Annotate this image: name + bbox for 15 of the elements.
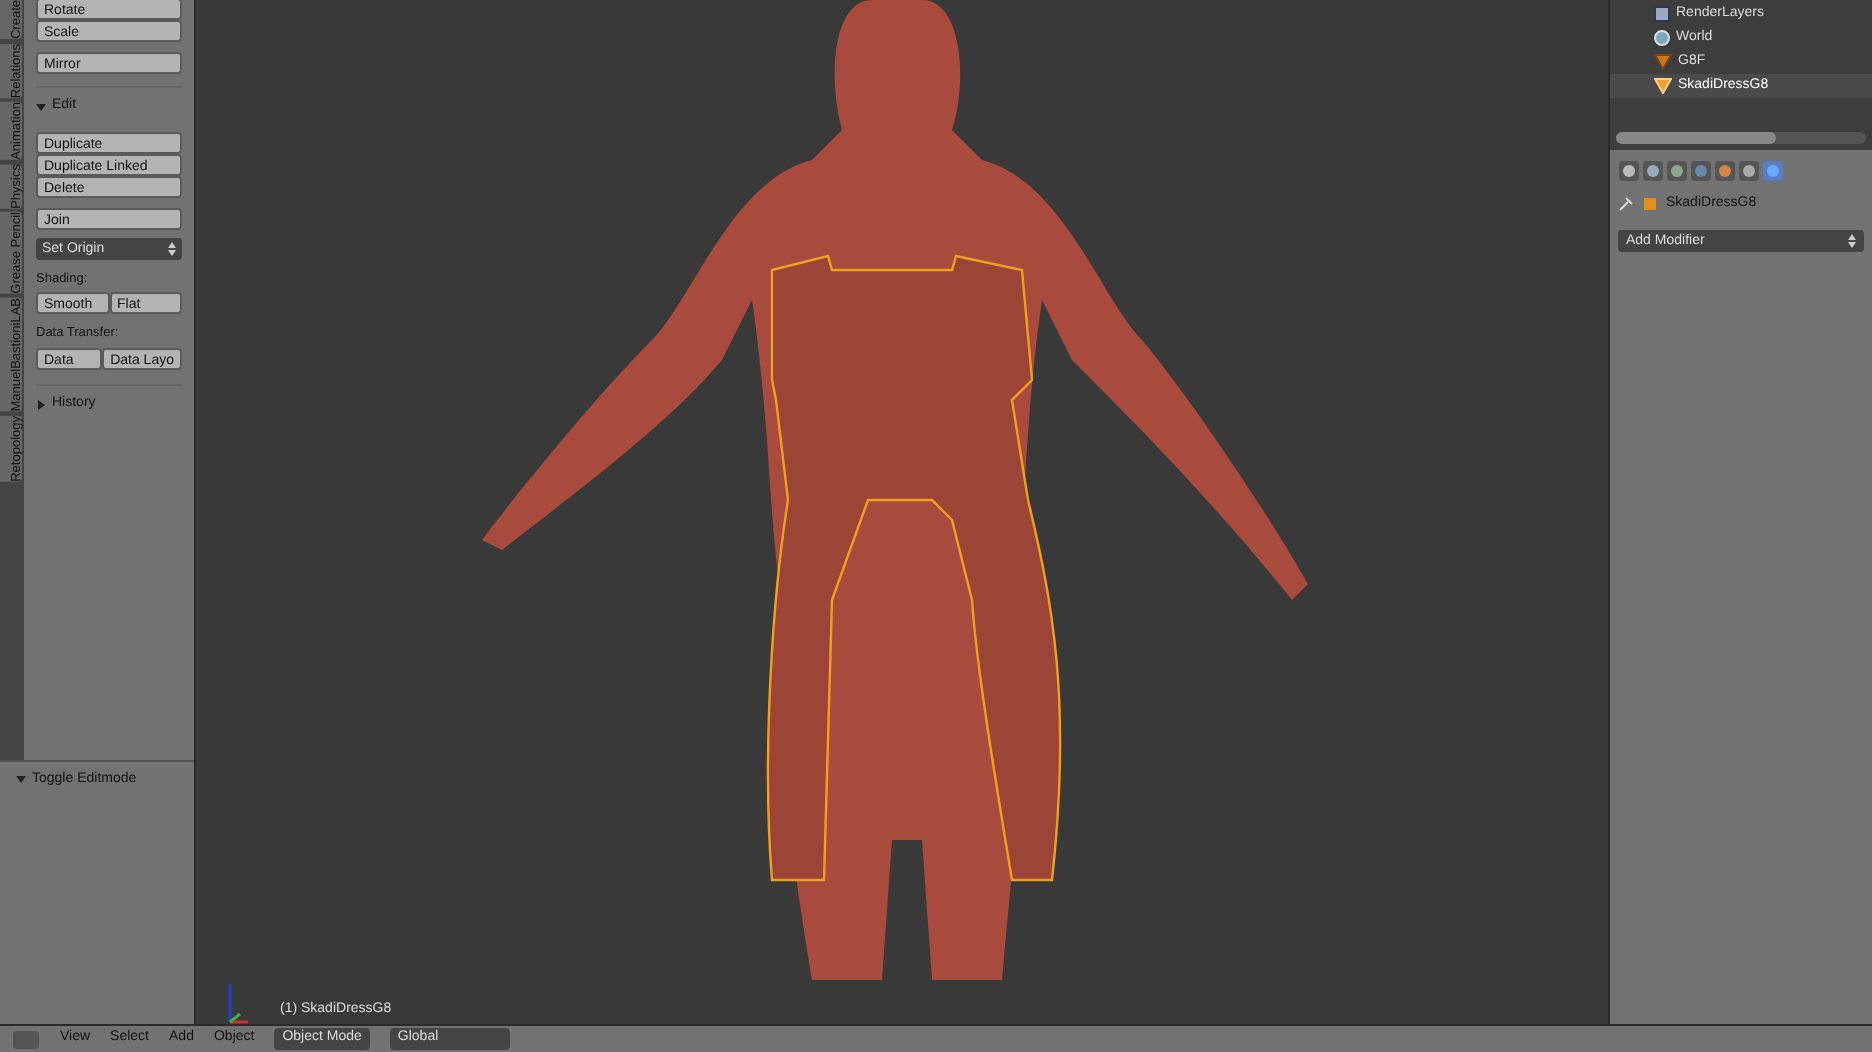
property-tab-icon[interactable] [1762,160,1784,182]
scrollbar-thumb[interactable] [1616,132,1776,144]
property-tab-icon[interactable] [1714,160,1736,182]
render-layers-icon [1654,6,1670,22]
collapsed-triangle-icon[interactable] [36,399,46,410]
property-tab-icon[interactable] [1618,160,1640,182]
expanded-triangle-icon[interactable] [36,101,46,112]
property-tab-icon[interactable] [1642,160,1664,182]
globe-icon [1654,30,1670,46]
expanded-triangle-icon[interactable] [16,774,26,784]
property-tab-icon[interactable] [1690,160,1712,182]
up-down-arrows-icon [168,241,176,255]
property-tab-icon[interactable] [1666,160,1688,182]
up-down-arrows-icon [1848,233,1856,247]
property-tab-icon[interactable] [1738,160,1760,182]
